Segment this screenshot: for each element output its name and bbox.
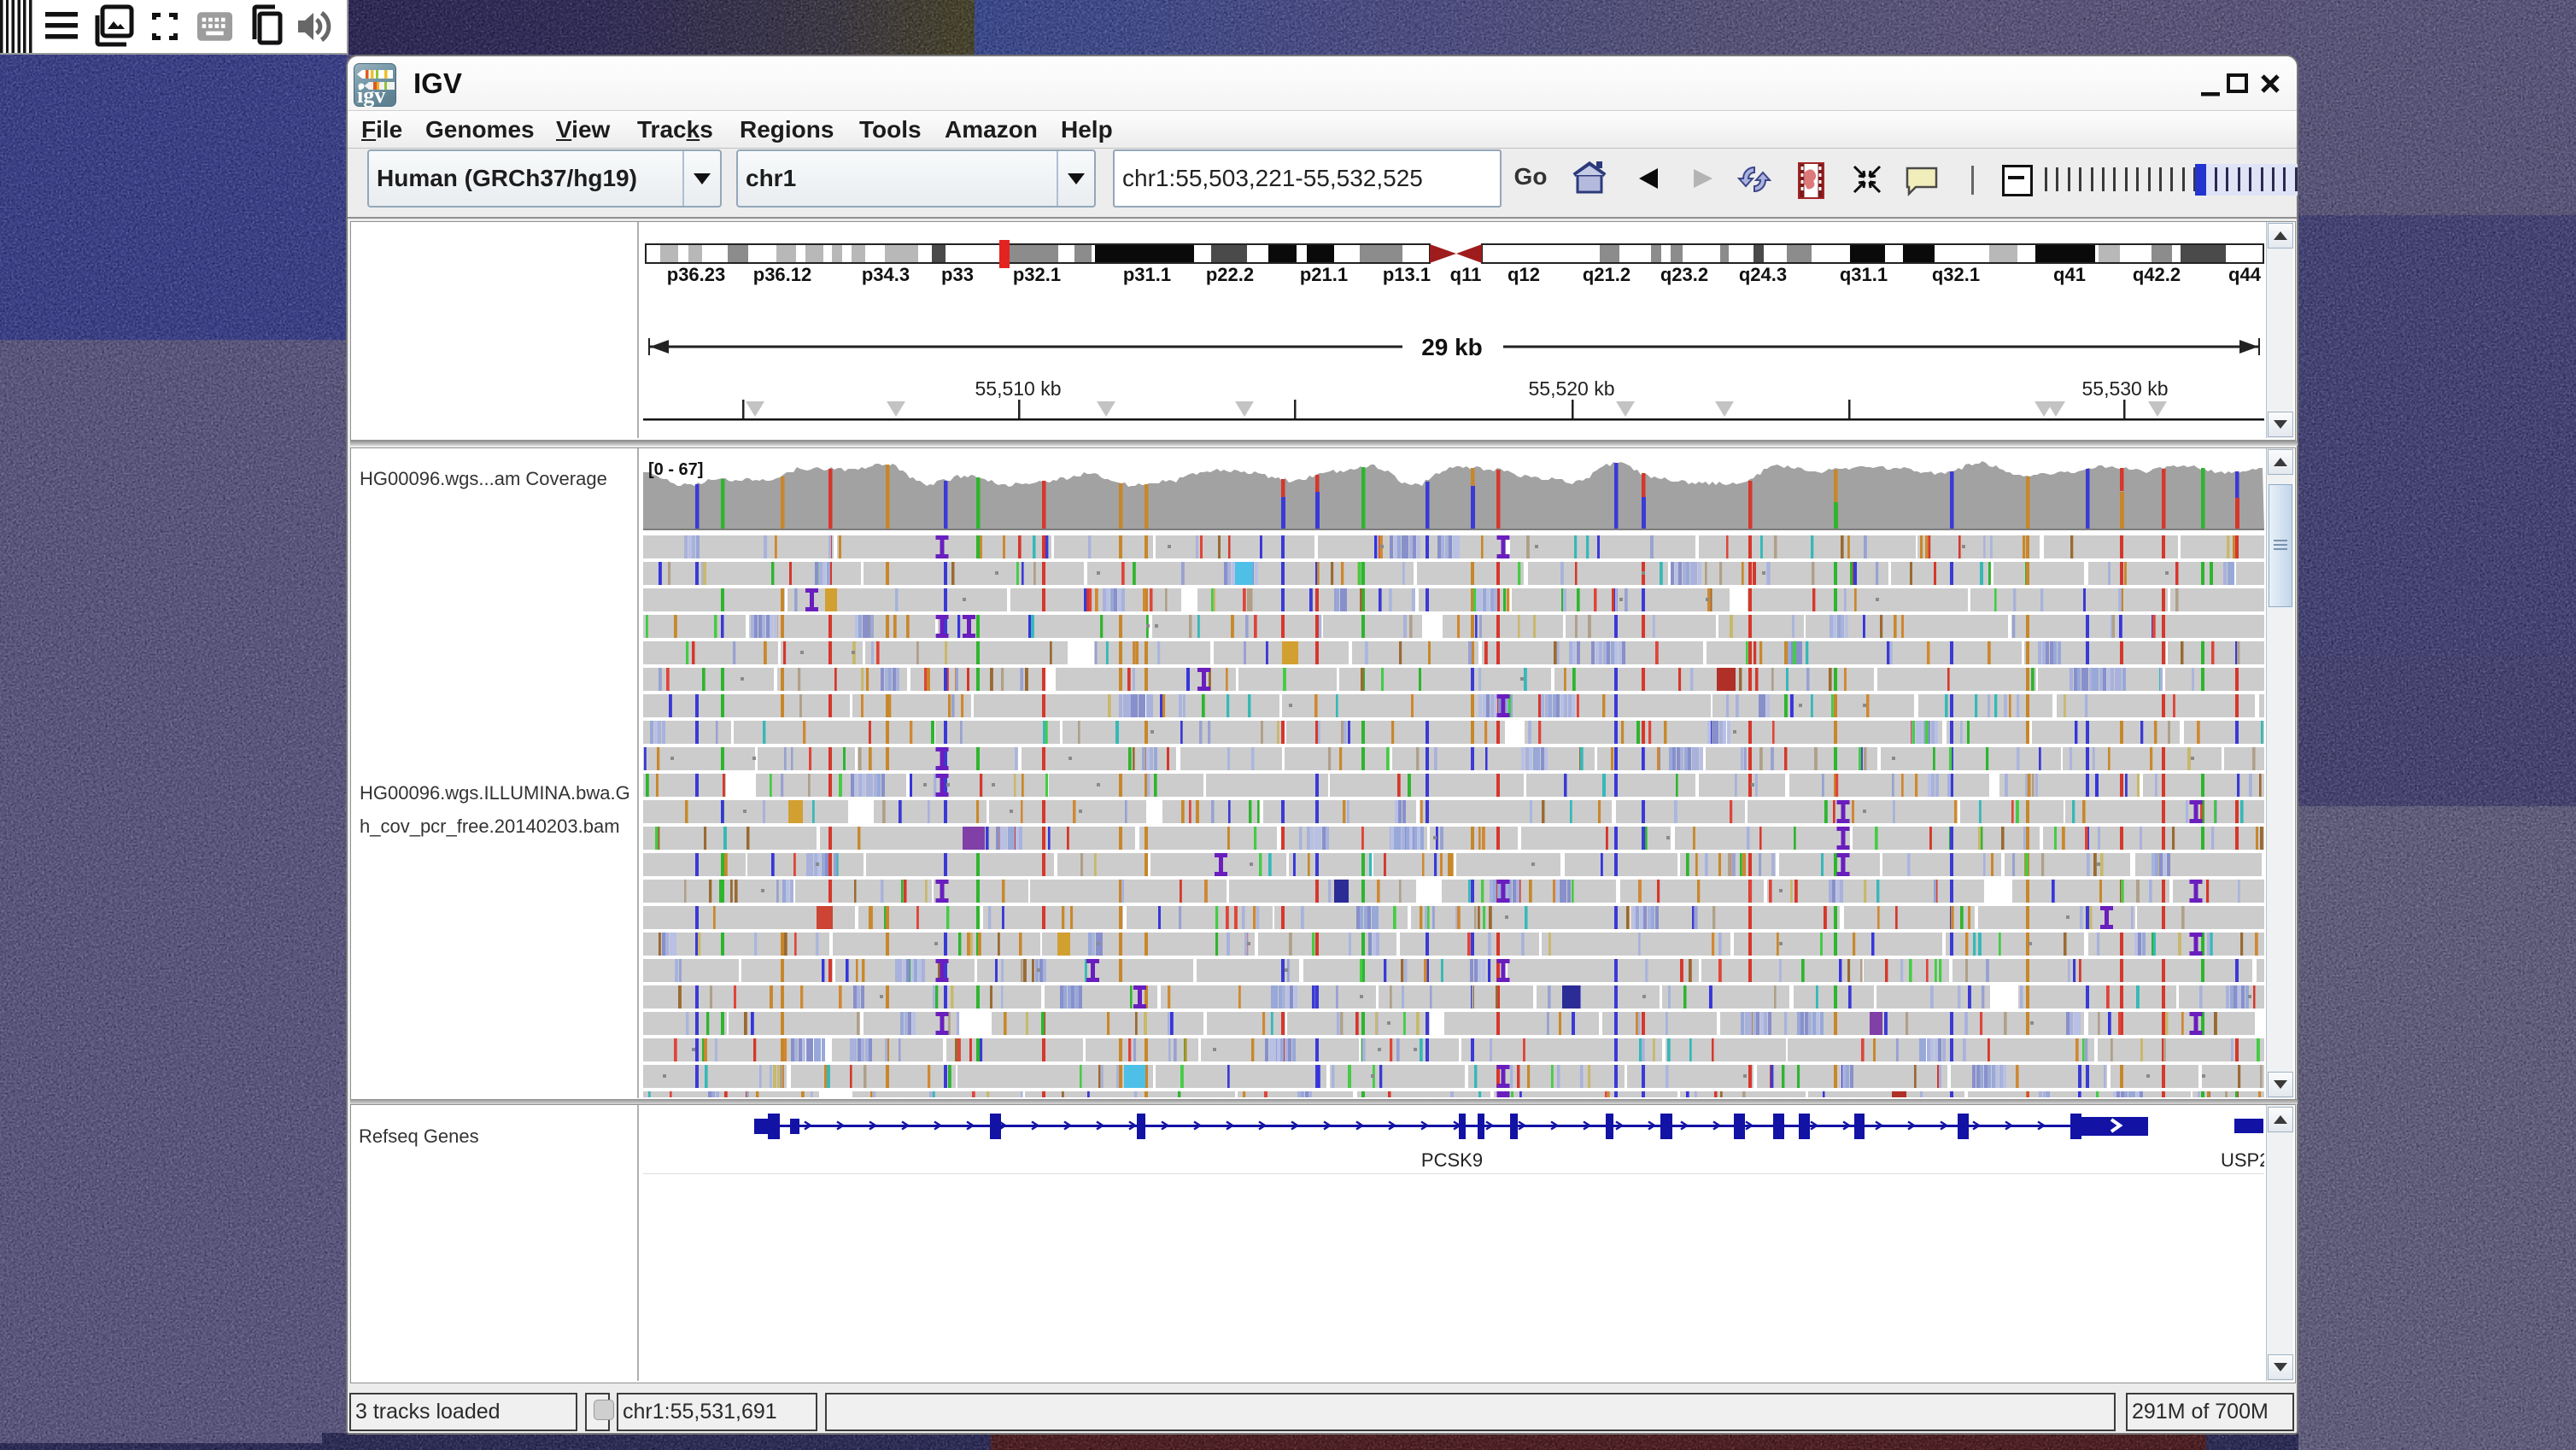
svg-text:55,510 kb: 55,510 kb [975, 377, 1061, 400]
svg-text:q44: q44 [2228, 264, 2262, 285]
svg-text:q12: q12 [1508, 264, 1540, 285]
svg-text:USP24: USP24 [2221, 1149, 2264, 1171]
svg-text:q24.3: q24.3 [1739, 264, 1787, 285]
svg-text:q41: q41 [2053, 264, 2086, 285]
svg-text:q32.1: q32.1 [1932, 264, 1980, 285]
svg-text:p36.23: p36.23 [667, 264, 726, 285]
svg-text:29 kb: 29 kb [1421, 334, 1483, 360]
svg-text:p36.12: p36.12 [753, 264, 812, 285]
svg-text:p13.1: p13.1 [1383, 264, 1431, 285]
svg-text:55,520 kb: 55,520 kb [1528, 377, 1614, 400]
svg-text:p34.3: p34.3 [862, 264, 910, 285]
svg-text:q21.2: q21.2 [1583, 264, 1630, 285]
svg-text:55,530 kb: 55,530 kb [2081, 377, 2168, 400]
svg-text:p32.1: p32.1 [1013, 264, 1061, 285]
svg-text:p33: p33 [941, 264, 974, 285]
svg-text:q23.2: q23.2 [1660, 264, 1708, 285]
svg-text:q42.2: q42.2 [2133, 264, 2181, 285]
svg-text:q31.1: q31.1 [1840, 264, 1888, 285]
svg-text:p21.1: p21.1 [1300, 264, 1348, 285]
svg-text:p31.1: p31.1 [1123, 264, 1171, 285]
svg-text:q11: q11 [1450, 264, 1482, 285]
svg-text:PCSK9: PCSK9 [1421, 1149, 1483, 1171]
svg-text:p22.2: p22.2 [1206, 264, 1254, 285]
